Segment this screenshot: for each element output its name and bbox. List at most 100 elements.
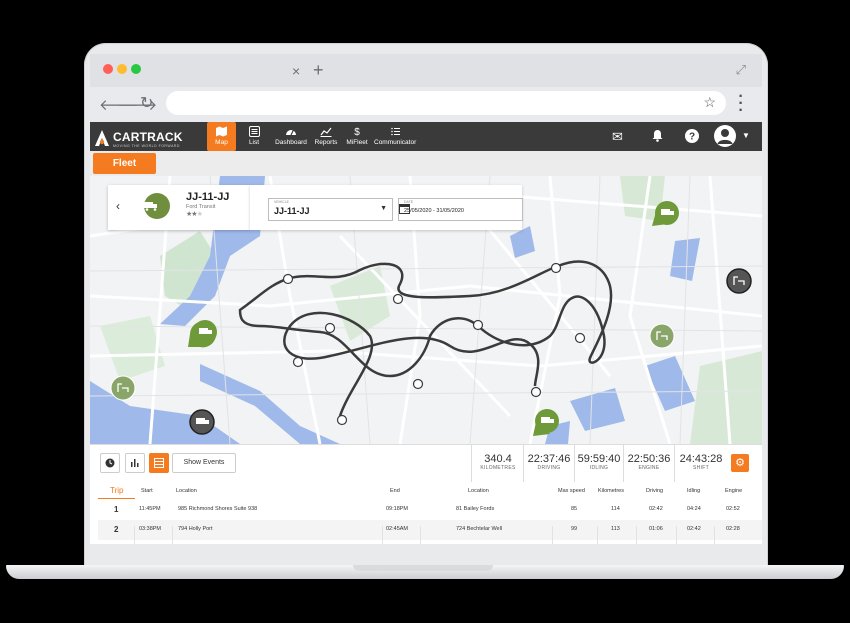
- communicator-icon: [374, 126, 416, 139]
- reload-icon[interactable]: ↻: [140, 93, 153, 113]
- lake: [670, 238, 700, 281]
- header-location-end: Location: [468, 488, 489, 494]
- route-waypoint[interactable]: [530, 386, 542, 398]
- history-clock-button[interactable]: [100, 453, 120, 473]
- address-bar[interactable]: ☆: [166, 91, 726, 115]
- nav-communicator-label: Communicator: [374, 139, 417, 146]
- vehicle-registration: JJ-11-JJ: [186, 191, 230, 203]
- tab-close-icon[interactable]: ×: [292, 63, 300, 79]
- maximize-window-dot[interactable]: [131, 64, 141, 74]
- vehicle-select-value: JJ-11-JJ: [274, 206, 310, 216]
- trip-driving: 01:06: [649, 526, 663, 532]
- bookmark-star-icon[interactable]: ☆: [703, 94, 716, 111]
- route-waypoint[interactable]: [574, 332, 586, 344]
- route-waypoint[interactable]: [392, 293, 404, 305]
- help-icon[interactable]: ?: [685, 129, 699, 146]
- nav-communicator[interactable]: Communicator: [374, 122, 416, 151]
- notification-bell-icon[interactable]: [652, 129, 663, 145]
- trip-stats-bar: Show Events 340.4 KILOMETRES 22:37:46 DR…: [90, 444, 762, 482]
- header-engine: Engine: [725, 488, 743, 494]
- dropdown-arrow-icon[interactable]: ▼: [380, 205, 387, 212]
- vehicle-marker-offline[interactable]: [189, 409, 215, 435]
- minimize-window-dot[interactable]: [117, 64, 127, 74]
- chevron-down-icon[interactable]: ▼: [742, 131, 750, 140]
- browser-toolbar: 🡐 🡒 ↻ ☆ · · ·: [90, 87, 762, 122]
- browser-menu-icon[interactable]: · · ·: [736, 89, 746, 119]
- vehicle-marker-idle[interactable]: [649, 323, 675, 349]
- stat-value: 22:37:46: [527, 453, 571, 465]
- list-icon: [241, 126, 267, 139]
- trip-end: 02:45AM: [386, 526, 409, 532]
- trip-max-speed: 99: [571, 526, 578, 532]
- trips-table: Trip Start Location End Location Max spe…: [98, 484, 762, 544]
- route-waypoint[interactable]: [472, 319, 484, 331]
- vehicle-card: ‹ JJ-11-JJ Ford Transit ★★★: [108, 185, 250, 230]
- calendar-icon[interactable]: [399, 203, 410, 214]
- vehicle-rating: ★★★: [186, 210, 203, 218]
- cell-divider: [552, 526, 553, 544]
- nav-list-label: List: [248, 139, 260, 146]
- user-icon: [717, 129, 733, 144]
- route-waypoint[interactable]: [336, 414, 348, 426]
- table-row[interactable]: 2 03:38PM 794 Holly Port 02:45AM 724 Bec…: [98, 520, 762, 544]
- vehicle-marker-active[interactable]: [188, 320, 217, 348]
- show-events-button[interactable]: Show Events: [172, 453, 236, 473]
- mail-icon[interactable]: ✉: [612, 129, 623, 145]
- trip-kilometres: 113: [611, 526, 620, 532]
- route-waypoint[interactable]: [292, 356, 304, 368]
- header-trip[interactable]: Trip: [110, 486, 123, 495]
- nav-mifleet-label: MiFleet: [346, 139, 368, 146]
- route-waypoint[interactable]: [282, 273, 294, 285]
- table-row[interactable]: 1 11:45PM 985 Richmond Shores Suite 938 …: [98, 500, 762, 520]
- fullscreen-icon[interactable]: ⤢: [736, 62, 746, 78]
- cell-divider: [172, 526, 173, 544]
- route-waypoint[interactable]: [412, 378, 424, 390]
- stat-driving: 22:37:46 DRIVING: [523, 445, 574, 482]
- nav-list[interactable]: List: [241, 122, 267, 151]
- chart-button[interactable]: [125, 453, 145, 473]
- brand-name: CARTRACK: [113, 130, 183, 144]
- header-end: End: [390, 488, 400, 494]
- back-chevron-icon[interactable]: ‹: [116, 199, 120, 213]
- trip-max-speed: 85: [571, 506, 578, 512]
- trip-number: 2: [114, 525, 119, 534]
- dashboard-icon: [273, 126, 309, 139]
- truck-icon: [144, 193, 170, 219]
- trip-engine: 02:52: [726, 506, 740, 512]
- lake: [510, 226, 535, 258]
- header-idling: Idling: [687, 488, 701, 494]
- nav-map[interactable]: Map: [207, 122, 236, 151]
- table-header: Trip Start Location End Location Max spe…: [98, 484, 762, 500]
- header-location-start: Location: [176, 488, 197, 494]
- trip-number: 1: [114, 505, 119, 514]
- cell-divider: [597, 526, 598, 544]
- stat-kilometres: 340.4 KILOMETRES: [471, 445, 524, 482]
- svg-text:?: ?: [689, 132, 695, 143]
- route-waypoint[interactable]: [550, 262, 562, 274]
- close-window-dot[interactable]: [103, 64, 113, 74]
- cartrack-logo[interactable]: CARTRACK MOVING THE WORLD FORWARD: [94, 127, 184, 149]
- trip-map[interactable]: ‹ JJ-11-JJ Ford Transit ★★★ VEHICLE JJ-1…: [90, 176, 762, 444]
- vehicle-select[interactable]: VEHICLE JJ-11-JJ ▼: [268, 198, 393, 221]
- brand-tagline: MOVING THE WORLD FORWARD: [113, 144, 180, 148]
- nav-reports[interactable]: Reports: [313, 122, 339, 151]
- table-view-button[interactable]: [149, 453, 169, 473]
- trip-idling: 04:24: [687, 506, 701, 512]
- date-range-field[interactable]: DATE 25/05/2020 - 31/05/2020: [398, 198, 523, 221]
- date-range-value: 25/05/2020 - 31/05/2020: [404, 208, 464, 214]
- reports-icon: [313, 126, 339, 139]
- laptop-base: [6, 565, 844, 579]
- stat-idling: 59:59:40 IDLING: [574, 445, 623, 482]
- settings-gear-icon[interactable]: ⚙: [731, 454, 749, 472]
- nav-dashboard[interactable]: Dashboard: [273, 122, 309, 151]
- user-avatar[interactable]: [714, 125, 736, 147]
- route-waypoint[interactable]: [324, 322, 336, 334]
- stat-label: IDLING: [589, 465, 609, 471]
- nav-mifleet[interactable]: $ MiFleet: [345, 122, 369, 151]
- vehicle-marker-offline[interactable]: [726, 268, 752, 294]
- trip-start: 11:45PM: [139, 506, 161, 512]
- browser-window: × + ⤢ 🡐 🡒 ↻ ☆ · · · CARTRACK MOVING THE WO…: [90, 54, 762, 544]
- vehicle-marker-idle[interactable]: [110, 375, 136, 401]
- fleet-button[interactable]: Fleet: [93, 153, 156, 174]
- new-tab-icon[interactable]: +: [313, 60, 324, 81]
